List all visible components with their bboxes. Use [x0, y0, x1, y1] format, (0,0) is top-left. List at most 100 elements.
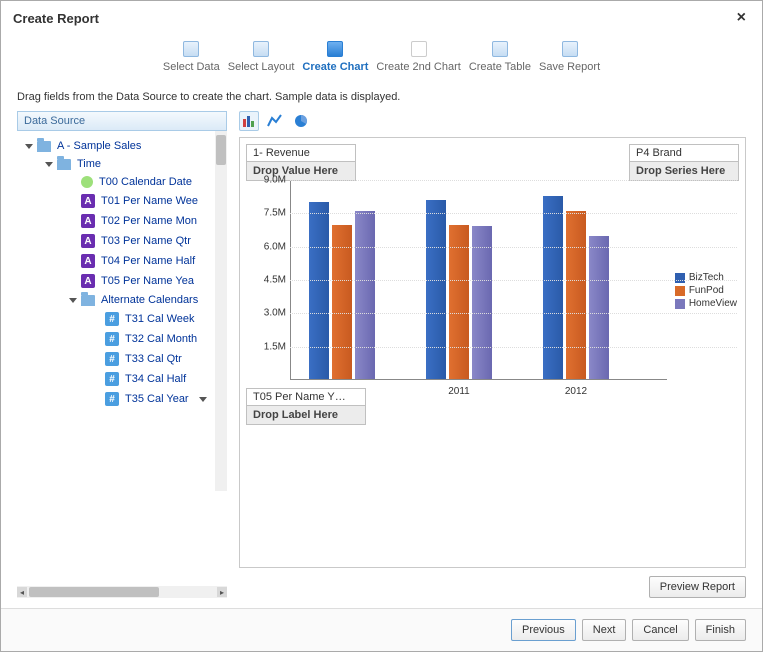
- attribute-icon: A: [81, 254, 95, 268]
- tree-item-label: T03 Per Name Qtr: [101, 235, 191, 247]
- preview-report-button[interactable]: Preview Report: [649, 576, 746, 598]
- step-label: Create 2nd Chart: [376, 61, 460, 73]
- tree-item-label: T00 Calendar Date: [99, 176, 192, 188]
- preview-row: Preview Report: [239, 568, 746, 598]
- step-create-2nd-chart[interactable]: Create 2nd Chart: [376, 41, 460, 73]
- scroll-right-arrow-icon[interactable]: ▸: [217, 587, 227, 597]
- legend-item: BizTech: [675, 272, 737, 283]
- data-source-tree[interactable]: A - Sample SalesTimeT00 Calendar DateAT0…: [17, 131, 227, 491]
- chart-legend: BizTechFunPodHomeView: [675, 270, 737, 311]
- measure-icon: #: [105, 392, 119, 406]
- legend-swatch-icon: [675, 286, 685, 296]
- value-drop-field: 1- Revenue: [247, 145, 355, 162]
- value-drop-zone[interactable]: 1- Revenue Drop Value Here: [246, 144, 356, 181]
- close-icon[interactable]: ×: [733, 9, 750, 27]
- step-select-layout[interactable]: Select Layout: [228, 41, 295, 73]
- step-label: Select Layout: [228, 61, 295, 73]
- bar: [449, 225, 469, 379]
- tree-item[interactable]: A - Sample Sales: [21, 137, 223, 155]
- bar-group: 2011: [426, 200, 492, 379]
- legend-swatch-icon: [675, 273, 685, 283]
- chart-type-toolbar: [239, 111, 746, 137]
- tree-item[interactable]: Alternate Calendars: [21, 291, 223, 309]
- tree-item[interactable]: A T05 Per Name Yea: [21, 271, 223, 291]
- line-chart-type-button[interactable]: [265, 111, 285, 131]
- attribute-icon: A: [81, 194, 95, 208]
- step-indicator-icon: [562, 41, 578, 57]
- tree-item-label: Time: [77, 158, 101, 170]
- step-save-report[interactable]: Save Report: [539, 41, 600, 73]
- tree-item[interactable]: AT03 Per Name Qtr: [21, 231, 223, 251]
- horizontal-scrollbar-thumb[interactable]: [29, 587, 159, 597]
- step-indicator-icon: [253, 41, 269, 57]
- step-create-chart[interactable]: Create Chart: [302, 41, 368, 73]
- bar-chart-icon: [241, 113, 257, 129]
- tree-item[interactable]: #T35 Cal Year: [21, 389, 223, 409]
- bar-chart-type-button[interactable]: [239, 111, 259, 131]
- tree-item[interactable]: #T32 Cal Month: [21, 329, 223, 349]
- tree-twisty-icon[interactable]: [69, 298, 77, 303]
- main-area: Data Source A - Sample SalesTimeT00 Cale…: [1, 111, 762, 608]
- dialog-header: Create Report ×: [1, 1, 762, 35]
- tree-item[interactable]: Time: [21, 155, 223, 173]
- tree-item[interactable]: A T04 Per Name Half: [21, 251, 223, 271]
- tree-twisty-icon[interactable]: [45, 162, 53, 167]
- tree-item-label: T31 Cal Week: [125, 313, 195, 325]
- chevron-down-icon[interactable]: [199, 397, 207, 402]
- tree-item[interactable]: T00 Calendar Date: [21, 173, 223, 191]
- series-drop-placeholder: Drop Series Here: [630, 162, 738, 180]
- dialog-footer: Previous Next Cancel Finish: [1, 608, 762, 651]
- data-source-panel: Data Source A - Sample SalesTimeT00 Cale…: [17, 111, 227, 598]
- bar-group: [309, 202, 375, 379]
- attribute-icon: A: [81, 274, 95, 288]
- grid-line: [290, 247, 737, 248]
- bar: [309, 202, 329, 379]
- vertical-scrollbar-thumb[interactable]: [216, 135, 226, 165]
- bar: [589, 236, 609, 379]
- line-chart-icon: [267, 113, 283, 129]
- pie-chart-icon: [293, 113, 309, 129]
- step-label: Create Chart: [302, 61, 368, 73]
- grid-line: [290, 213, 737, 214]
- chart-canvas: 1- Revenue Drop Value Here P4 Brand Drop…: [239, 137, 746, 568]
- measure-icon: #: [105, 352, 119, 366]
- vertical-scrollbar[interactable]: [215, 131, 227, 491]
- step-indicator-icon: [492, 41, 508, 57]
- x-axis-label: 2011: [426, 386, 492, 397]
- tree-item[interactable]: # T33 Cal Qtr: [21, 349, 223, 369]
- bar: [332, 225, 352, 379]
- cancel-button[interactable]: Cancel: [632, 619, 688, 641]
- folder-icon: [57, 159, 71, 170]
- tree-item-label: A - Sample Sales: [57, 140, 141, 152]
- scroll-left-arrow-icon[interactable]: ◂: [17, 587, 27, 597]
- tree-item-label: T02 Per Name Mon: [101, 215, 197, 227]
- finish-button[interactable]: Finish: [695, 619, 746, 641]
- chart-panel: 1- Revenue Drop Value Here P4 Brand Drop…: [239, 111, 746, 598]
- measure-icon: #: [105, 372, 119, 386]
- tree-item-label: T01 Per Name Wee: [101, 195, 198, 207]
- series-drop-zone[interactable]: P4 Brand Drop Series Here: [629, 144, 739, 181]
- step-label: Save Report: [539, 61, 600, 73]
- tree-item[interactable]: #T34 Cal Half: [21, 369, 223, 389]
- instructions-text: Drag fields from the Data Source to crea…: [1, 83, 762, 111]
- y-axis: 1.5M3.0M4.5M6.0M7.5M9.0M: [258, 180, 290, 380]
- pie-chart-type-button[interactable]: [291, 111, 311, 131]
- tree-item-label: T05 Per Name Yea: [101, 275, 194, 287]
- legend-label: FunPod: [689, 285, 724, 296]
- tree-item[interactable]: A T01 Per Name Wee: [21, 191, 223, 211]
- tree-item[interactable]: #T31 Cal Week: [21, 309, 223, 329]
- next-button[interactable]: Next: [582, 619, 627, 641]
- clock-icon: [81, 176, 93, 188]
- plot-area: 1.5M3.0M4.5M6.0M7.5M9.0M 20112012 BizTec…: [258, 180, 737, 517]
- tree-item-label: T33 Cal Qtr: [125, 353, 182, 365]
- horizontal-scrollbar[interactable]: ◂ ▸: [17, 586, 227, 598]
- y-axis-tick: 1.5M: [264, 341, 286, 352]
- folder-icon: [37, 141, 51, 152]
- tree-twisty-icon[interactable]: [25, 144, 33, 149]
- step-create-table[interactable]: Create Table: [469, 41, 531, 73]
- tree-item[interactable]: AT02 Per Name Mon: [21, 211, 223, 231]
- wizard-stepper: Select Data Select Layout Create Chart Crea…: [1, 35, 762, 83]
- previous-button[interactable]: Previous: [511, 619, 576, 641]
- step-select-data[interactable]: Select Data: [163, 41, 220, 73]
- tree-item-label: T04 Per Name Half: [101, 255, 195, 267]
